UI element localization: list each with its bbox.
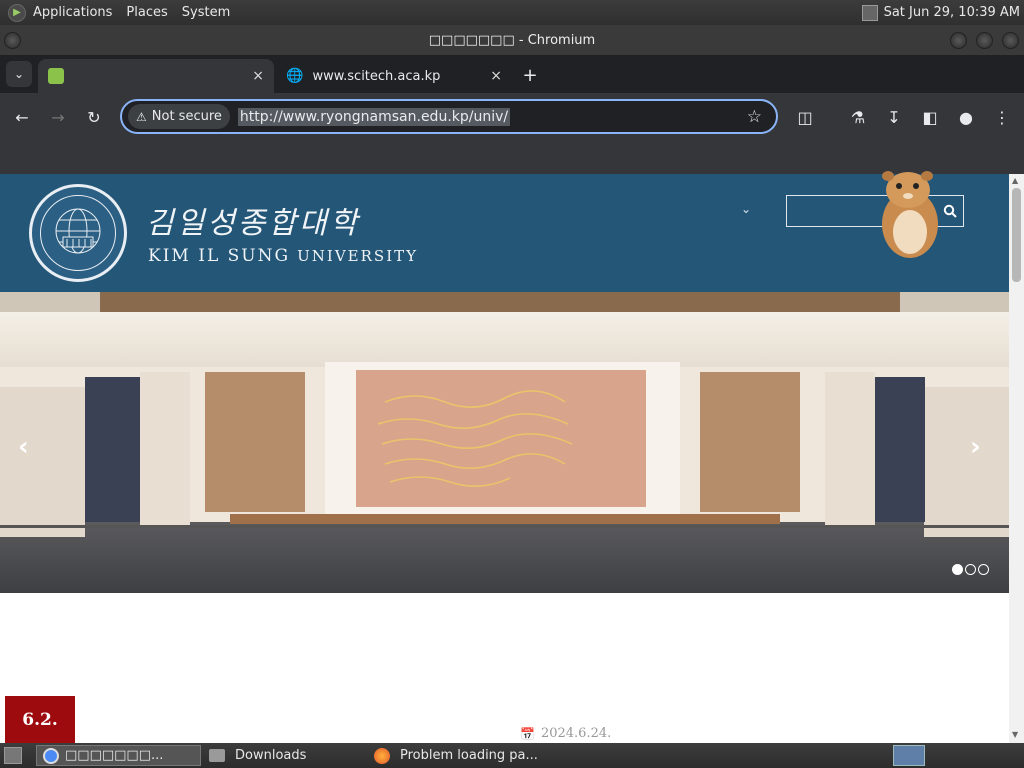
address-bar[interactable]: ⚠ Not secure http://www.ryongnamsan.edu.… bbox=[120, 99, 778, 134]
menu-applications[interactable]: Applications bbox=[26, 5, 119, 20]
network-icon[interactable] bbox=[861, 4, 878, 21]
apps-icon[interactable]: ▶ bbox=[8, 3, 26, 22]
name-bold: KIM IL SUNG bbox=[148, 246, 291, 266]
scroll-up-icon[interactable]: ▲ bbox=[1012, 176, 1018, 185]
bottom-taskbar: □□□□□□□... Downloads Problem loading pa.… bbox=[0, 743, 1024, 768]
browser-toolbar: ← → ↻ ⚠ Not secure http://www.ryongnamsa… bbox=[0, 93, 1024, 141]
folder-icon bbox=[209, 749, 225, 762]
close-tab-icon[interactable]: × bbox=[252, 68, 264, 84]
taskbar-firefox[interactable]: Problem loading pa... bbox=[368, 745, 553, 766]
bookmark-star-icon[interactable]: ☆ bbox=[747, 107, 762, 127]
tab-search-button[interactable]: ⌄ bbox=[6, 61, 32, 87]
back-icon[interactable]: ← bbox=[10, 105, 34, 129]
favicon-icon bbox=[48, 68, 64, 84]
close-window-button[interactable] bbox=[1002, 32, 1019, 49]
clock[interactable]: Sat Jun 29, 10:39 AM bbox=[884, 5, 1020, 20]
extensions-icon[interactable]: ◫ bbox=[793, 105, 817, 129]
scroll-thumb[interactable] bbox=[1012, 188, 1021, 282]
university-logo[interactable] bbox=[29, 184, 127, 282]
menu-dots-icon[interactable]: ⋮ bbox=[990, 105, 1014, 129]
side-panel-icon[interactable]: ◧ bbox=[918, 105, 942, 129]
language-dropdown-icon[interactable]: ⌄ bbox=[741, 202, 751, 216]
profile-icon[interactable]: ● bbox=[954, 105, 978, 129]
hamster-mascot[interactable] bbox=[870, 162, 950, 262]
download-icon[interactable]: ↧ bbox=[882, 105, 906, 129]
tab-active[interactable]: × bbox=[38, 59, 274, 93]
calendar-icon: 📅 bbox=[520, 726, 535, 741]
hall-photo bbox=[0, 292, 1009, 593]
tab-strip: ⌄ × 🌐 www.scitech.aca.kp × + bbox=[0, 55, 1024, 93]
hero-slider[interactable]: ‹ › bbox=[0, 292, 1009, 593]
new-tab-button[interactable]: + bbox=[520, 63, 540, 87]
globe-icon: 🌐 bbox=[286, 68, 304, 84]
slider-dot-3[interactable] bbox=[978, 564, 989, 575]
scroll-down-icon[interactable]: ▼ bbox=[1012, 730, 1018, 739]
url-text[interactable]: http://www.ryongnamsan.edu.kp/univ/ bbox=[237, 107, 511, 126]
security-chip[interactable]: ⚠ Not secure bbox=[128, 104, 230, 129]
taskbar-label: Downloads bbox=[235, 748, 307, 763]
globe-emblem-icon bbox=[55, 208, 101, 254]
page-scrollbar[interactable]: ▲ ▼ bbox=[1009, 174, 1024, 743]
site-header: 김일성종합대학 KIM IL SUNG UNIVERSITY ⌄ bbox=[0, 174, 1009, 292]
taskbar-label: Problem loading pa... bbox=[400, 748, 538, 763]
close-tab-icon[interactable]: × bbox=[490, 68, 502, 84]
slider-next-arrow[interactable]: › bbox=[970, 432, 981, 462]
top-panel: ▶ Applications Places System Sat Jun 29,… bbox=[0, 0, 1024, 25]
not-secure-label: Not secure bbox=[151, 109, 222, 124]
tab-label: www.scitech.aca.kp bbox=[312, 68, 441, 84]
reload-icon[interactable]: ↻ bbox=[82, 105, 106, 129]
forward-icon[interactable]: → bbox=[46, 105, 70, 129]
minimize-button[interactable] bbox=[950, 32, 967, 49]
article-date-text: 2024.6.24. bbox=[540, 726, 612, 741]
show-desktop-icon[interactable] bbox=[4, 747, 22, 764]
university-name-english[interactable]: KIM IL SUNG UNIVERSITY bbox=[148, 246, 418, 266]
taskbar-label: □□□□□□□... bbox=[65, 748, 164, 763]
menu-places[interactable]: Places bbox=[119, 5, 174, 20]
firefox-icon bbox=[374, 747, 390, 764]
article-date: 📅 2024.6.24. bbox=[520, 726, 611, 741]
slider-dot-1[interactable] bbox=[952, 564, 963, 575]
article-date-badge[interactable]: 6.2. bbox=[5, 696, 75, 743]
maximize-button[interactable] bbox=[976, 32, 993, 49]
slider-dot-2[interactable] bbox=[965, 564, 976, 575]
menu-system[interactable]: System bbox=[175, 5, 237, 20]
name-rest: UNIVERSITY bbox=[297, 247, 419, 265]
slider-dots bbox=[952, 564, 989, 575]
warning-icon: ⚠ bbox=[136, 109, 147, 124]
labs-flask-icon[interactable]: ⚗ bbox=[846, 105, 870, 129]
window-menu-button[interactable] bbox=[4, 32, 21, 49]
taskbar-downloads[interactable]: Downloads bbox=[203, 745, 363, 766]
university-name-korean[interactable]: 김일성종합대학 bbox=[146, 198, 360, 242]
tab-scitech[interactable]: 🌐 www.scitech.aca.kp × bbox=[276, 59, 512, 93]
window-titlebar[interactable]: □□□□□□□ - Chromium bbox=[0, 25, 1024, 55]
slider-prev-arrow[interactable]: ‹ bbox=[18, 432, 29, 462]
taskbar-chromium[interactable]: □□□□□□□... bbox=[36, 745, 201, 766]
workspace-switcher[interactable] bbox=[893, 745, 925, 766]
chromium-icon bbox=[43, 747, 59, 764]
window-title: □□□□□□□ - Chromium bbox=[428, 32, 596, 48]
